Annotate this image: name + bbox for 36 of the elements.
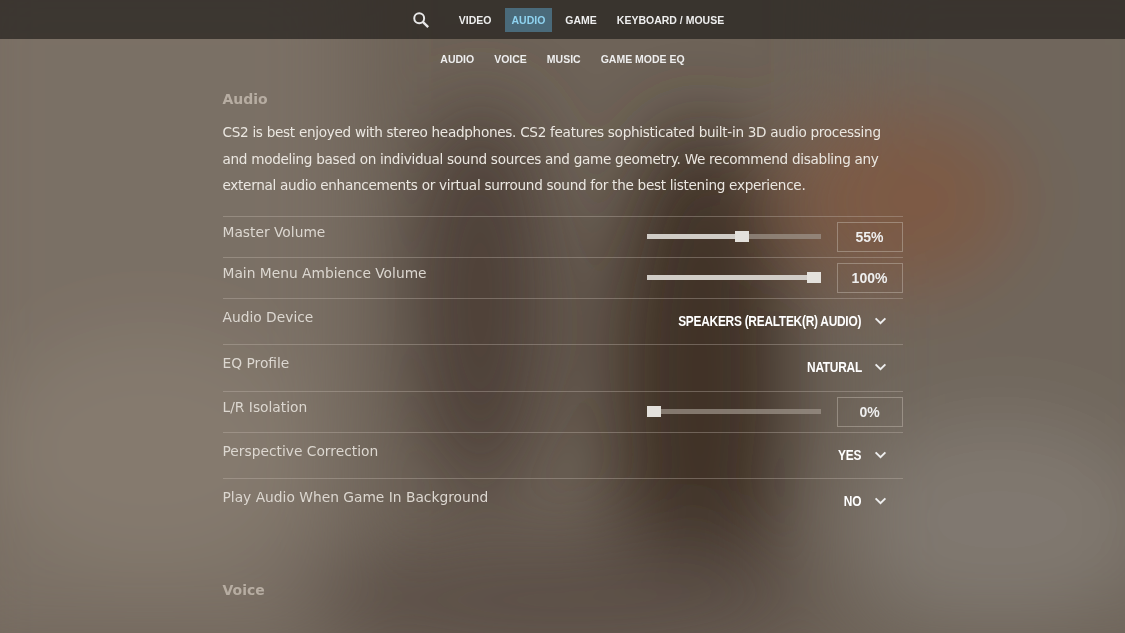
chevron-down-icon[interactable] bbox=[873, 497, 887, 505]
slider-thumb[interactable] bbox=[734, 231, 749, 242]
setting-label: Master Volume bbox=[222, 222, 326, 240]
chevron-down-icon[interactable] bbox=[873, 450, 887, 459]
slider-thumb[interactable] bbox=[806, 272, 821, 283]
setting-label: Main Menu Ambience Volume bbox=[222, 263, 427, 281]
dropdown[interactable]: SPEAKERS (REALTEK(R) AUDIO) bbox=[678, 312, 862, 329]
section-description: CS2 is best enjoyed with stereo headphones. CS2 features sophisticated built-in 3D audio processing and modeling based on individual sound sources and game geometry. We recommend disabling any external audio enhancements or virtual surround sound for the best listening experience. bbox=[222, 123, 882, 195]
value-field[interactable]: 100% bbox=[836, 262, 903, 293]
chevron-down-icon[interactable] bbox=[873, 363, 887, 371]
slider[interactable] bbox=[646, 272, 821, 283]
section-title: Voice bbox=[222, 580, 266, 600]
nav-tab[interactable]: GAME bbox=[558, 7, 604, 32]
slider[interactable] bbox=[646, 406, 821, 417]
section-tab[interactable]: AUDIO bbox=[433, 46, 482, 72]
slider-thumb[interactable] bbox=[646, 406, 661, 417]
nav-tab[interactable]: KEYBOARD / MOUSE bbox=[609, 7, 732, 32]
section-tab[interactable]: GAME MODE EQ bbox=[593, 46, 692, 72]
setting-label: Perspective Correction bbox=[222, 441, 379, 459]
dropdown[interactable]: NATURAL bbox=[806, 359, 862, 375]
section-tab[interactable]: VOICE bbox=[487, 46, 534, 72]
setting-label: EQ Profile bbox=[222, 354, 290, 371]
dropdown[interactable]: NO bbox=[844, 493, 862, 509]
dropdown[interactable]: YES bbox=[838, 446, 862, 463]
value-field[interactable]: 0% bbox=[836, 396, 903, 427]
search-icon[interactable] bbox=[411, 10, 430, 29]
setting-label: Play Audio When Game In Background bbox=[222, 488, 489, 505]
nav-tab[interactable]: VIDEO bbox=[451, 7, 499, 32]
setting-label: Audio Device bbox=[222, 307, 314, 325]
section-tab[interactable]: MUSIC bbox=[539, 46, 588, 72]
slider[interactable] bbox=[646, 231, 821, 242]
setting-label: L/R Isolation bbox=[222, 397, 308, 415]
chevron-down-icon[interactable] bbox=[873, 316, 887, 325]
nav-tab[interactable]: AUDIO bbox=[504, 7, 553, 32]
section-title: Audio bbox=[222, 90, 269, 109]
value-field[interactable]: 55% bbox=[836, 221, 903, 252]
